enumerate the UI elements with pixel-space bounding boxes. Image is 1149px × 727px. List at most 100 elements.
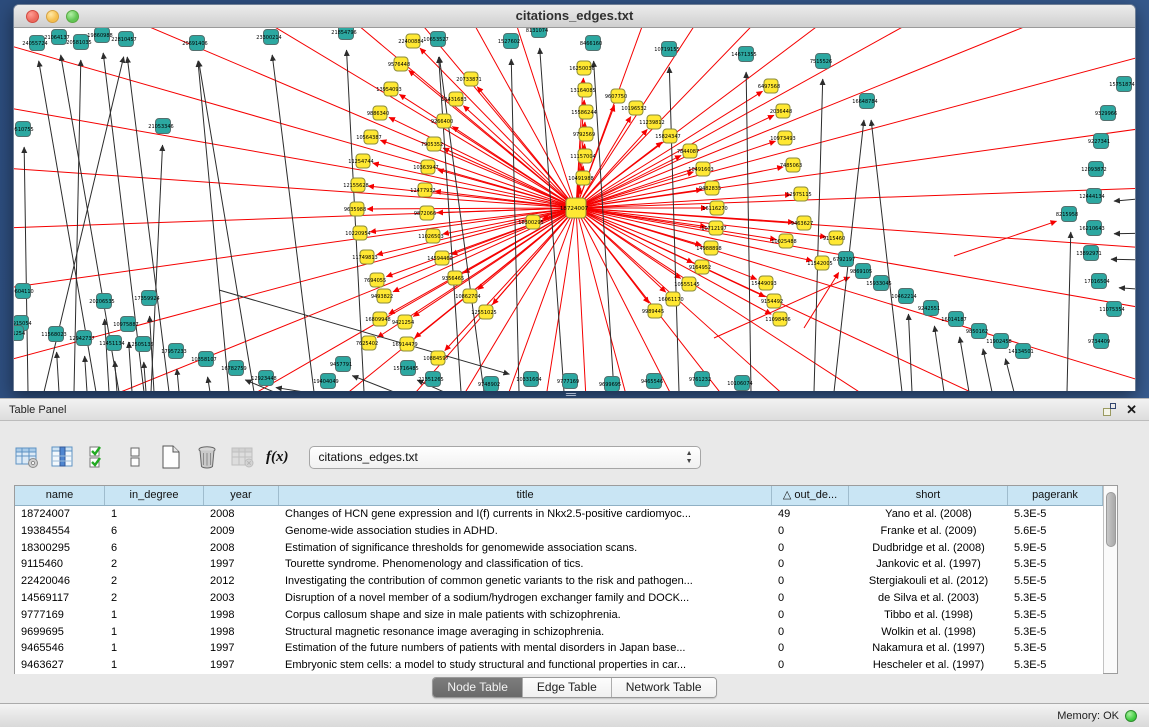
graph-node[interactable]: 20691406 xyxy=(182,36,207,51)
graph-node[interactable]: 9886340 xyxy=(367,106,389,120)
graph-node[interactable]: 7905352 xyxy=(421,137,443,151)
graph-node[interactable]: 12975115 xyxy=(786,187,811,201)
graph-node[interactable]: 12477932 xyxy=(410,183,435,197)
table-settings-button[interactable] xyxy=(12,442,42,472)
graph-node[interactable]: 8466160 xyxy=(580,36,602,51)
memory-ok-icon[interactable] xyxy=(1125,710,1137,722)
graph-node[interactable]: 11568023 xyxy=(41,327,66,342)
graph-node[interactable]: 9792569 xyxy=(573,127,595,141)
select-column-button[interactable] xyxy=(48,442,78,472)
graph-node[interactable]: 10555145 xyxy=(674,277,699,291)
table-row[interactable]: 2242004622012Investigating the contribut… xyxy=(15,573,1103,590)
column-header-name[interactable]: name xyxy=(15,486,105,505)
graph-node[interactable]: 16914479 xyxy=(392,337,417,351)
graph-node[interactable]: 14594460 xyxy=(427,251,452,265)
citation-graph[interactable]: 2405572421064137205810351986098822810457… xyxy=(14,28,1135,391)
graph-node[interactable]: 9329966 xyxy=(1095,106,1117,121)
graph-node[interactable]: 9607750 xyxy=(605,89,627,103)
graph-node[interactable]: 9493822 xyxy=(371,289,393,303)
graph-node[interactable]: 9748902 xyxy=(478,377,500,392)
graph-node[interactable]: 13164085 xyxy=(570,83,595,97)
graph-node[interactable]: 7625402 xyxy=(356,336,378,350)
graph-node[interactable]: 10106074 xyxy=(727,376,752,391)
graph-node[interactable]: 9576448 xyxy=(388,57,410,71)
graph-node[interactable]: 16210643 xyxy=(1079,221,1104,236)
graph-node[interactable]: 21854796 xyxy=(331,28,356,40)
graph-node[interactable]: 10491603 xyxy=(688,162,713,176)
graph-node[interactable]: 13892971 xyxy=(1076,246,1101,261)
delete-table-button[interactable] xyxy=(192,442,222,472)
graph-node[interactable]: 11075354 xyxy=(1099,302,1124,317)
graph-node[interactable]: 17957233 xyxy=(161,344,186,359)
graph-node[interactable]: 18300295 xyxy=(518,215,543,229)
graph-node[interactable]: 15751874 xyxy=(1109,77,1134,92)
graph-node[interactable]: 15716485 xyxy=(393,361,418,376)
table-scrollbar[interactable] xyxy=(1103,486,1117,673)
graph-node[interactable]: 7485063 xyxy=(780,158,802,172)
graph-node[interactable]: 17359924 xyxy=(134,291,159,306)
graph-node[interactable]: 11157004 xyxy=(570,149,595,163)
table-scrollbar-thumb[interactable] xyxy=(1106,492,1116,547)
graph-node[interactable]: 20733871 xyxy=(456,72,481,86)
graph-node[interactable]: 11749813 xyxy=(352,250,377,264)
window-titlebar[interactable]: citations_edges.txt xyxy=(14,5,1135,28)
graph-node[interactable]: 10331604 xyxy=(516,372,541,387)
graph-node[interactable]: 10462214 xyxy=(891,289,916,304)
column-header-year[interactable]: year xyxy=(204,486,279,505)
graph-node[interactable]: 9356465 xyxy=(442,271,464,285)
table-row[interactable]: 1938455462009Genome-wide association stu… xyxy=(15,523,1103,540)
graph-node[interactable]: 16809948 xyxy=(365,312,390,326)
graph-node[interactable]: 22400884 xyxy=(398,34,423,48)
graph-node[interactable]: 15449093 xyxy=(751,276,776,290)
graph-node[interactable]: 11902458 xyxy=(986,334,1011,349)
graph-node[interactable]: 9777169 xyxy=(557,374,579,389)
graph-node[interactable]: 14988898 xyxy=(696,241,721,255)
graph-node[interactable]: 23300214 xyxy=(256,30,281,45)
graph-node[interactable]: 9699695 xyxy=(599,377,621,392)
graph-node[interactable]: 17016504 xyxy=(1084,274,1109,289)
graph-node[interactable]: 9241254 xyxy=(14,326,25,341)
graph-node[interactable]: 21351265 xyxy=(418,372,443,387)
graph-node[interactable]: 14671355 xyxy=(731,47,756,62)
graph-node[interactable]: 15586244 xyxy=(571,105,596,119)
graph-node[interactable]: 10862704 xyxy=(455,289,480,303)
graph-node[interactable]: 7515526 xyxy=(810,54,832,69)
graph-node[interactable]: 10564387 xyxy=(356,130,381,144)
table-row[interactable]: 911546021997Tourette syndrome. Phenomeno… xyxy=(15,556,1103,573)
table-row[interactable]: 1830029562008Estimation of significance … xyxy=(15,540,1103,557)
graph-node[interactable]: 10973493 xyxy=(770,131,795,145)
graph-node[interactable]: 10975887 xyxy=(113,317,138,332)
graph-node[interactable]: 8131074 xyxy=(526,28,548,38)
graph-node[interactable]: 16061170 xyxy=(658,292,683,306)
graph-node[interactable]: 22810457 xyxy=(111,32,136,47)
graph-node[interactable]: 13954093 xyxy=(376,82,401,96)
table-row[interactable]: 977716911998Corpus callosum shape and si… xyxy=(15,607,1103,624)
minimize-window-icon[interactable] xyxy=(46,10,59,23)
graph-node[interactable]: 10025488 xyxy=(771,234,796,248)
graph-node[interactable]: 9463627 xyxy=(791,216,813,230)
graph-node[interactable]: 9872066 xyxy=(414,206,436,220)
graph-node[interactable]: 16250036 xyxy=(569,61,594,75)
graph-node[interactable]: 11239812 xyxy=(639,115,664,129)
table-chooser-dropdown[interactable]: citations_edges.txt ▲▼ xyxy=(309,446,701,469)
column-header-title[interactable]: title xyxy=(279,486,772,505)
graph-node[interactable]: 10884597 xyxy=(423,351,448,365)
graph-node[interactable]: 19404049 xyxy=(313,374,338,389)
graph-node[interactable]: 20206535 xyxy=(89,294,114,309)
graph-node[interactable]: 10719155 xyxy=(654,42,679,57)
graph-node[interactable]: 19604110 xyxy=(14,284,34,299)
graph-node[interactable]: 12155628 xyxy=(343,178,368,192)
tab-node-table[interactable]: Node Table xyxy=(433,678,523,697)
column-header-out_de[interactable]: △ out_de... xyxy=(772,486,849,505)
column-header-short[interactable]: short xyxy=(849,486,1008,505)
zoom-window-icon[interactable] xyxy=(66,10,79,23)
close-window-icon[interactable] xyxy=(26,10,39,23)
table-row[interactable]: 1456911722003Disruption of a novel membe… xyxy=(15,590,1103,607)
graph-node[interactable]: 6497568 xyxy=(758,79,780,93)
function-builder-button[interactable]: f(x) xyxy=(266,449,289,466)
selection-mode-button[interactable] xyxy=(84,442,114,472)
graph-node[interactable]: 1527602 xyxy=(498,34,520,49)
graph-node[interactable]: 12505135 xyxy=(128,337,153,352)
graph-node[interactable]: 20510755 xyxy=(14,122,34,137)
float-panel-icon[interactable] xyxy=(1103,403,1116,416)
